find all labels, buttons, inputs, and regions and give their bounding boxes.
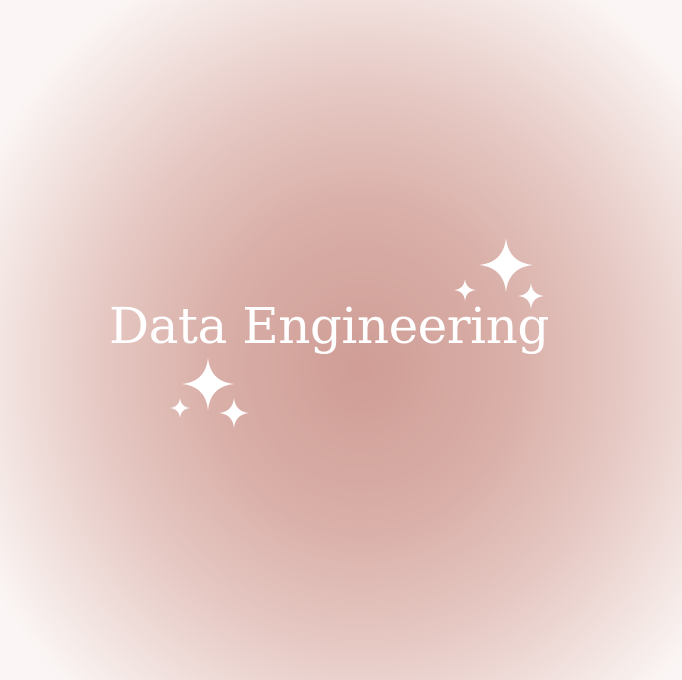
large-sparkle-icon: [479, 238, 533, 292]
graphic-canvas: { "title": "Data Engineering", "colors":…: [0, 0, 682, 680]
lower-sparkles-icon: [168, 358, 252, 432]
small-sparkle-icon: [454, 279, 476, 301]
small-sparkle-icon: [518, 283, 544, 309]
small-sparkle-icon: [219, 398, 249, 428]
upper-sparkles-icon: [452, 238, 552, 310]
small-sparkle-icon: [170, 398, 190, 418]
large-sparkle-icon: [182, 358, 234, 410]
